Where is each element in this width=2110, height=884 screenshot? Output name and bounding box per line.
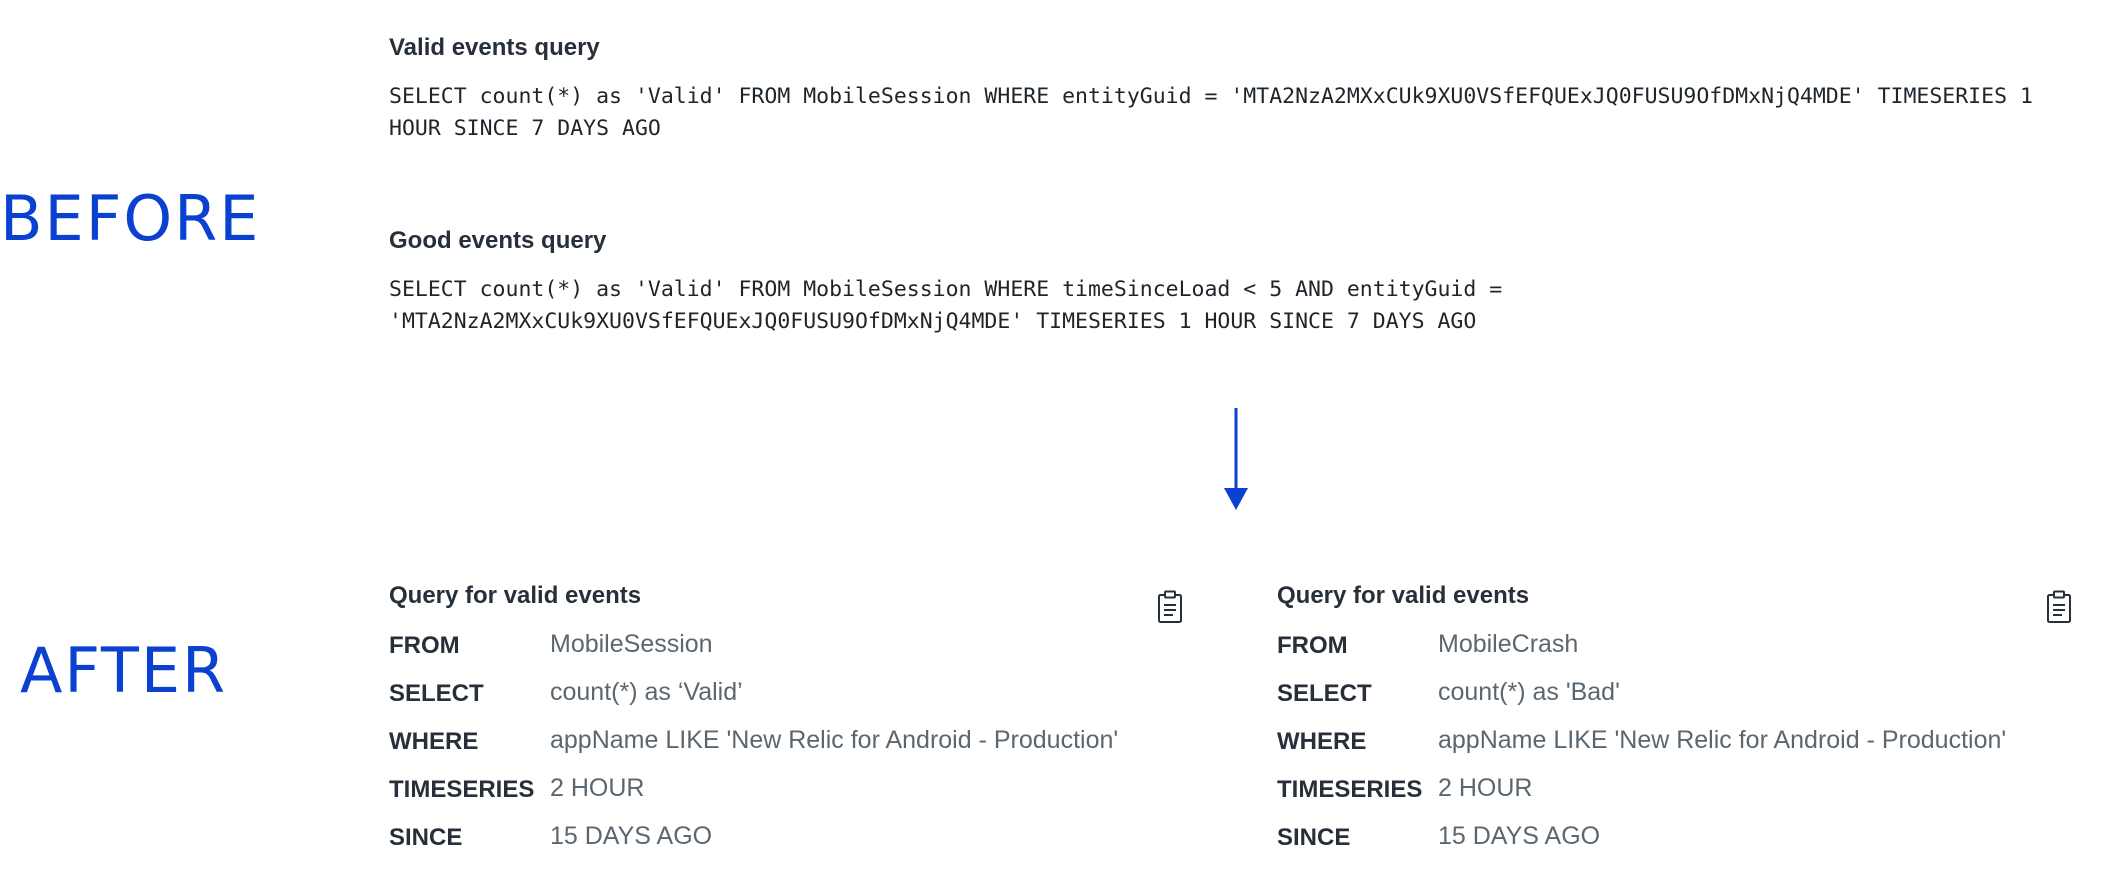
query-key: TIMESERIES bbox=[389, 776, 535, 803]
query-value: 15 DAYS AGO bbox=[550, 822, 713, 850]
code-line: HOUR SINCE 7 DAYS AGO bbox=[389, 116, 661, 141]
query-value: 15 DAYS AGO bbox=[1438, 822, 1601, 850]
after-label: AFTER bbox=[20, 634, 228, 707]
query-value: 2 HOUR bbox=[1438, 774, 1533, 802]
query-row-timeseries: TIMESERIES 2 HOUR bbox=[389, 774, 1219, 812]
code-line: SELECT count(*) as 'Valid' FROM MobileSe… bbox=[389, 277, 1503, 302]
before-label: BEFORE bbox=[0, 182, 261, 255]
code-line: SELECT count(*) as 'Valid' FROM MobileSe… bbox=[389, 84, 2033, 109]
good-events-query-title: Good events query bbox=[389, 227, 607, 254]
query-value: count(*) as ‘Valid’ bbox=[550, 678, 743, 706]
arrow-down-icon bbox=[1224, 408, 1248, 510]
query-value: count(*) as 'Bad' bbox=[1438, 678, 1620, 706]
query-key: FROM bbox=[389, 632, 460, 659]
query-key: TIMESERIES bbox=[1277, 776, 1423, 803]
query-key: SINCE bbox=[1277, 824, 1351, 851]
valid-events-query-code: SELECT count(*) as 'Valid' FROM MobileSe… bbox=[389, 81, 2033, 145]
clipboard-icon[interactable] bbox=[2046, 590, 2072, 624]
query-value: 2 HOUR bbox=[550, 774, 645, 802]
query-row-select: SELECT count(*) as 'Bad' bbox=[1277, 678, 2107, 716]
card-title: Query for valid events bbox=[389, 582, 642, 609]
code-line: 'MTA2NzA2MXxCUk9XU0VSfEFQUExJQ0FUSU9OfDM… bbox=[389, 309, 1477, 334]
query-key: SELECT bbox=[389, 680, 484, 707]
query-row-select: SELECT count(*) as ‘Valid’ bbox=[389, 678, 1219, 716]
query-key: SINCE bbox=[389, 824, 463, 851]
clipboard-icon[interactable] bbox=[1157, 590, 1183, 624]
query-value: appName LIKE 'New Relic for Android - Pr… bbox=[550, 726, 1119, 754]
valid-events-query-title: Valid events query bbox=[389, 34, 600, 61]
query-value: MobileSession bbox=[550, 630, 713, 658]
query-card-valid-events: Query for valid events FROM MobileSessio… bbox=[389, 582, 1219, 862]
query-key: SELECT bbox=[1277, 680, 1372, 707]
query-row-timeseries: TIMESERIES 2 HOUR bbox=[1277, 774, 2107, 812]
query-row-where: WHERE appName LIKE 'New Relic for Androi… bbox=[389, 726, 1219, 764]
query-key: FROM bbox=[1277, 632, 1348, 659]
query-card-bad-events: Query for valid events FROM MobileCrash … bbox=[1277, 582, 2107, 862]
query-row-from: FROM MobileCrash bbox=[1277, 630, 2107, 668]
query-key: WHERE bbox=[1277, 728, 1367, 755]
query-row-since: SINCE 15 DAYS AGO bbox=[1277, 822, 2107, 860]
query-row-since: SINCE 15 DAYS AGO bbox=[389, 822, 1219, 860]
card-title: Query for valid events bbox=[1277, 582, 1530, 609]
query-row-from: FROM MobileSession bbox=[389, 630, 1219, 668]
query-value: MobileCrash bbox=[1438, 630, 1579, 658]
query-value: appName LIKE 'New Relic for Android - Pr… bbox=[1438, 726, 2007, 754]
good-events-query-code: SELECT count(*) as 'Valid' FROM MobileSe… bbox=[389, 274, 1502, 338]
query-key: WHERE bbox=[389, 728, 479, 755]
query-row-where: WHERE appName LIKE 'New Relic for Androi… bbox=[1277, 726, 2107, 764]
